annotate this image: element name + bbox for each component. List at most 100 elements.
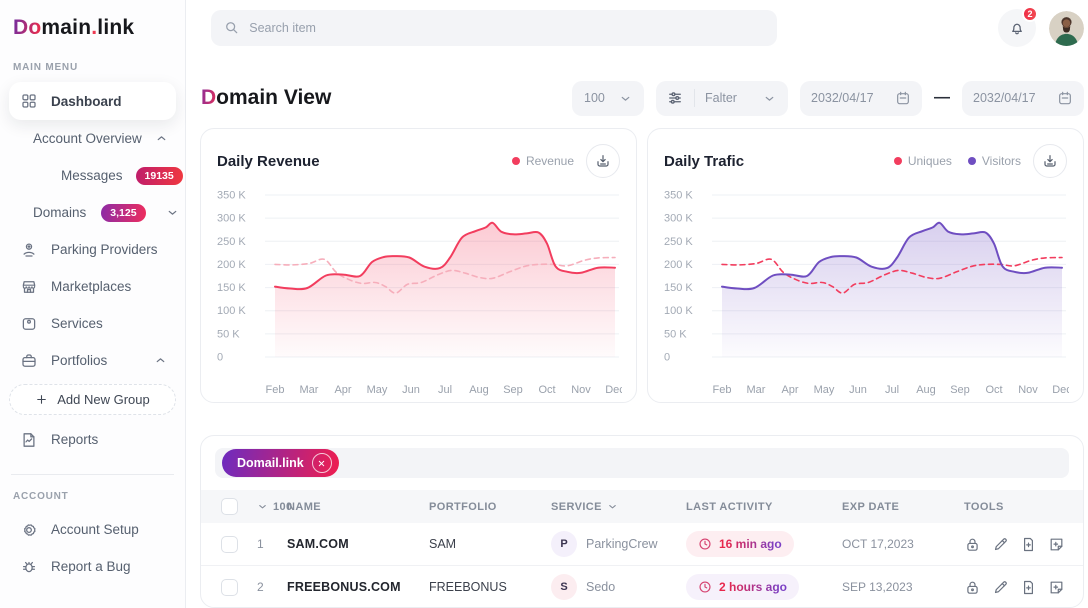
lock-button[interactable]: [964, 579, 981, 596]
daily-trafic-chart: 350 K300 K250 K200 K150 K100 K50 K0FebMa…: [664, 181, 1069, 399]
legend-dot: [968, 157, 976, 165]
column-header-tools[interactable]: TOOLS: [964, 501, 1083, 513]
sidebar-divider: [11, 474, 174, 475]
exp-date: SEP 13,2023: [842, 580, 964, 594]
column-header-name[interactable]: NAME: [287, 501, 429, 513]
file-add-button[interactable]: [1020, 579, 1037, 596]
topbar-actions: 2: [998, 9, 1084, 47]
column-header-last-activity[interactable]: LAST ACTIVITY: [686, 501, 842, 513]
sidebar-item-domains[interactable]: Domains 3,125: [9, 194, 176, 231]
svg-text:50 K: 50 K: [217, 328, 240, 340]
column-header-exp-date[interactable]: EXP DATE: [842, 501, 964, 513]
bug-icon: [20, 558, 38, 576]
chevron-down-icon: [619, 92, 632, 105]
chevron-up-icon: [155, 132, 168, 145]
sidebar-item-report-a-bug[interactable]: Report a Bug: [9, 548, 176, 585]
row-checkbox[interactable]: [221, 536, 238, 553]
top-bar: 2: [200, 0, 1084, 56]
service-initial-badge: S: [551, 574, 577, 600]
chevron-down-icon: [607, 501, 618, 512]
sidebar-item-parking-providers[interactable]: Parking Providers: [9, 231, 176, 268]
close-icon[interactable]: [312, 453, 332, 473]
daily-revenue-chart: 350 K300 K250 K200 K150 K100 K50 K0FebMa…: [217, 181, 622, 399]
sidebar-item-account-setup[interactable]: Account Setup: [9, 511, 176, 548]
table-row[interactable]: 1 SAM.COM SAM PParkingCrew 16 min ago OC…: [201, 523, 1083, 566]
date-to-picker[interactable]: 2032/04/17: [962, 81, 1084, 116]
notifications-button[interactable]: 2: [998, 9, 1036, 47]
page-size-select[interactable]: 100: [572, 81, 644, 116]
svg-text:200 K: 200 K: [217, 259, 246, 271]
sidebar-item-portfolios[interactable]: Portfolios: [9, 342, 176, 379]
column-header-service[interactable]: SERVICE: [551, 501, 686, 513]
row-checkbox[interactable]: [221, 579, 238, 596]
date-from-picker[interactable]: 2032/04/17: [800, 81, 922, 116]
note-add-button[interactable]: [1048, 579, 1065, 596]
legend-item-revenue: Revenue: [512, 154, 574, 168]
domain-name: SAM.COM: [287, 537, 429, 551]
download-chart-button[interactable]: [586, 144, 620, 178]
file-add-button[interactable]: [1020, 536, 1037, 553]
download-chart-button[interactable]: [1033, 144, 1067, 178]
table-row[interactable]: 2 FREEBONUS.COM FREEBONUS SSedo 2 hours …: [201, 566, 1083, 608]
select-all-checkbox[interactable]: [221, 498, 238, 515]
row-number: 1: [257, 537, 287, 551]
filter-chip-domail-link[interactable]: Domail.link: [222, 449, 339, 477]
lock-button[interactable]: [964, 536, 981, 553]
chart-legend: Uniques Visitors: [894, 154, 1021, 168]
charts-row: Daily Revenue Revenue 350 K300 K250 K200…: [200, 128, 1084, 403]
search-input[interactable]: [249, 21, 764, 35]
svg-text:Nov: Nov: [1018, 384, 1038, 396]
column-header-portfolio[interactable]: PORTFOLIO: [429, 501, 551, 513]
chart-header: Daily Revenue Revenue: [217, 143, 620, 179]
svg-text:300 K: 300 K: [217, 213, 246, 225]
main-menu-label: MAIN MENU: [9, 62, 176, 73]
table-header-row: 100 NAME PORTFOLIO SERVICE LAST ACTIVITY…: [201, 490, 1083, 523]
last-activity-pill: 2 hours ago: [686, 574, 799, 600]
chart-legend: Revenue: [512, 154, 574, 168]
svg-text:0: 0: [217, 352, 223, 364]
sidebar-item-reports[interactable]: Reports: [9, 421, 176, 458]
chart-title: Daily Trafic: [664, 153, 744, 170]
parking-icon: [20, 241, 38, 259]
svg-text:350 K: 350 K: [217, 190, 246, 202]
svg-text:Aug: Aug: [916, 384, 936, 396]
portfolio-name: FREEBONUS: [429, 580, 551, 594]
report-icon: [20, 431, 38, 449]
chevron-down-icon: [257, 501, 268, 512]
calendar-icon: [1057, 90, 1073, 106]
add-new-group-button[interactable]: Add New Group: [9, 384, 176, 415]
svg-text:Apr: Apr: [781, 384, 798, 396]
svg-text:50 K: 50 K: [664, 328, 687, 340]
search-bar[interactable]: [211, 10, 777, 46]
portfolio-name: SAM: [429, 537, 551, 551]
svg-text:Mar: Mar: [300, 384, 319, 396]
chart-header: Daily Trafic Uniques Visitors: [664, 143, 1067, 179]
svg-text:250 K: 250 K: [664, 236, 693, 248]
last-activity-pill: 16 min ago: [686, 531, 794, 557]
note-plus-icon: [1048, 579, 1065, 596]
rows-count-header[interactable]: 100: [257, 501, 287, 513]
note-add-button[interactable]: [1048, 536, 1065, 553]
note-plus-icon: [1048, 536, 1065, 553]
svg-text:Jun: Jun: [849, 384, 867, 396]
edit-button[interactable]: [992, 579, 1009, 596]
sidebar-item-services[interactable]: Services: [9, 305, 176, 342]
file-plus-icon: [1020, 536, 1037, 553]
sidebar-item-dashboard[interactable]: Dashboard: [9, 82, 176, 120]
sidebar-item-messages[interactable]: Messages 19135: [9, 157, 176, 194]
services-icon: [20, 315, 38, 333]
user-avatar[interactable]: [1049, 11, 1084, 46]
edit-button[interactable]: [992, 536, 1009, 553]
download-icon: [595, 153, 611, 169]
notification-count-badge: 2: [1022, 6, 1038, 22]
filter-dropdown[interactable]: Falter: [656, 81, 788, 116]
svg-text:Oct: Oct: [985, 384, 1002, 396]
service-name: ParkingCrew: [586, 537, 658, 551]
divider: [694, 89, 695, 107]
date-range-separator: —: [934, 89, 950, 107]
row-number: 2: [257, 580, 287, 594]
svg-text:150 K: 150 K: [217, 282, 246, 294]
sidebar-item-account-overview[interactable]: Account Overview: [9, 120, 176, 157]
sidebar-item-marketplaces[interactable]: Marketplaces: [9, 268, 176, 305]
lock-icon: [964, 536, 981, 553]
